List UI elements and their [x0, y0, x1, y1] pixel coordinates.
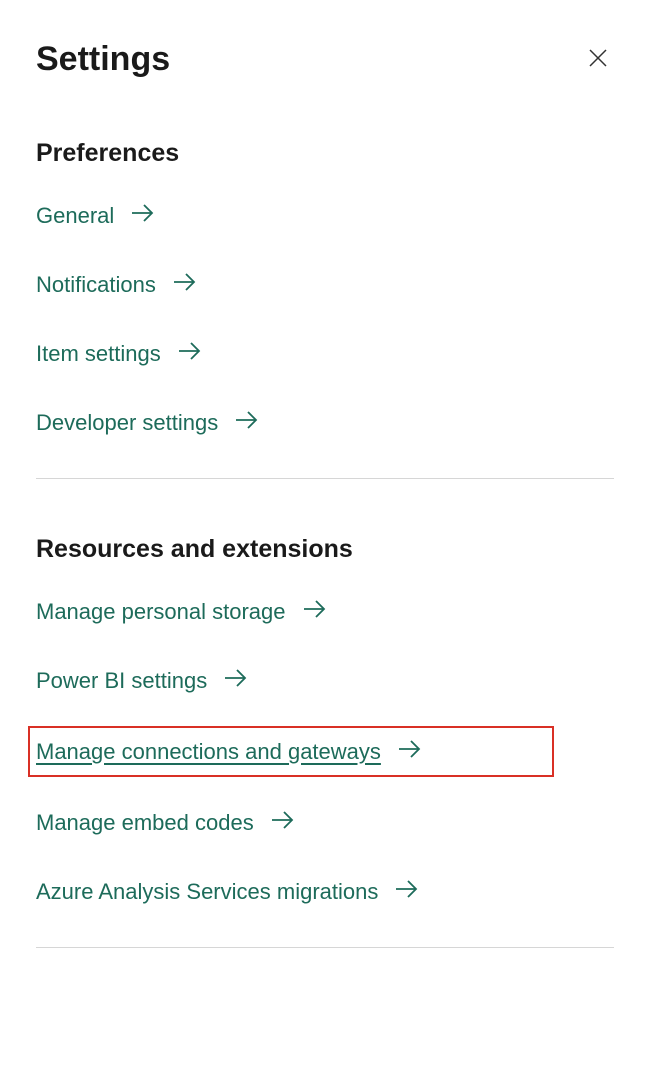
arrow-right-icon: [177, 340, 203, 367]
link-label: General: [36, 203, 114, 229]
link-label: Item settings: [36, 341, 161, 367]
section-title-resources: Resources and extensions: [36, 535, 614, 564]
arrow-right-icon: [302, 598, 328, 625]
link-developer-settings[interactable]: Developer settings: [36, 409, 614, 436]
settings-header: Settings: [36, 40, 614, 79]
link-notifications[interactable]: Notifications: [36, 271, 614, 298]
link-manage-personal-storage[interactable]: Manage personal storage: [36, 598, 614, 625]
close-button[interactable]: [582, 42, 614, 77]
arrow-right-icon: [130, 202, 156, 229]
page-title: Settings: [36, 40, 170, 79]
close-icon: [586, 46, 610, 73]
arrow-right-icon: [270, 809, 296, 836]
link-label: Developer settings: [36, 410, 218, 436]
link-item-settings[interactable]: Item settings: [36, 340, 614, 367]
link-azure-analysis-migrations[interactable]: Azure Analysis Services migrations: [36, 878, 614, 905]
section-divider: [36, 947, 614, 948]
link-label: Manage embed codes: [36, 810, 254, 836]
link-power-bi-settings[interactable]: Power BI settings: [36, 667, 614, 694]
link-general[interactable]: General: [36, 202, 614, 229]
section-title-preferences: Preferences: [36, 139, 614, 168]
section-divider: [36, 478, 614, 479]
link-manage-connections-gateways[interactable]: Manage connections and gateways: [28, 726, 554, 777]
arrow-right-icon: [234, 409, 260, 436]
link-manage-embed-codes[interactable]: Manage embed codes: [36, 809, 614, 836]
link-label: Azure Analysis Services migrations: [36, 879, 378, 905]
link-label: Manage connections and gateways: [36, 739, 381, 765]
link-label: Notifications: [36, 272, 156, 298]
arrow-right-icon: [397, 738, 423, 765]
link-label: Manage personal storage: [36, 599, 286, 625]
link-label: Power BI settings: [36, 668, 207, 694]
arrow-right-icon: [394, 878, 420, 905]
arrow-right-icon: [172, 271, 198, 298]
arrow-right-icon: [223, 667, 249, 694]
